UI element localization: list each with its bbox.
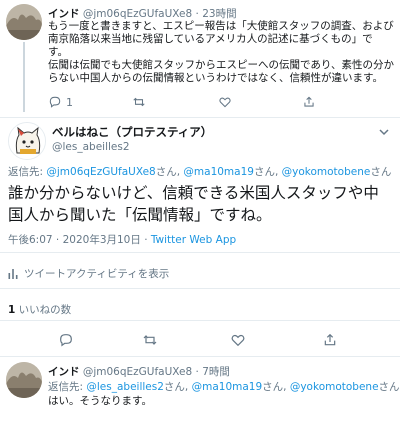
activity-icon — [8, 268, 18, 279]
tweet-parent[interactable]: インド @jm06qEzGUfaUXe8 · 23時間 もう一度と書きますと、エ… — [0, 0, 400, 118]
display-name[interactable]: インド — [48, 366, 80, 378]
tweet-line: 伝聞は伝聞でも大使館スタッフからエスピーへの伝聞であり、素性の分か — [48, 59, 394, 71]
separator: · — [195, 366, 199, 378]
tweet-line: 誰か分からないけど、信頼できる米国人スタッフや中 — [8, 184, 379, 202]
mention-suffix: さん — [378, 381, 400, 393]
share-icon — [324, 333, 336, 346]
tweet-meta: 午後6:07 · 2020年3月10日 · Twitter Web App — [8, 232, 236, 247]
reply-button[interactable] — [58, 332, 74, 348]
retweet-button[interactable] — [142, 332, 158, 348]
tweet-text: 誰か分からないけど、信頼できる米国人スタッフや中 国人から聞いた「伝聞情報」です… — [8, 182, 394, 226]
tweet-timestamp[interactable]: 午後6:07 · 2020年3月10日 — [8, 234, 141, 246]
mention-suffix: さん, — [163, 381, 192, 393]
divider — [0, 320, 400, 321]
reply-icon — [49, 96, 61, 108]
like-icon — [231, 334, 245, 347]
handle[interactable]: @jm06qEzGUfaUXe8 — [83, 366, 192, 378]
mention-link[interactable]: @les_abeilles2 — [86, 381, 164, 393]
like-button[interactable] — [230, 332, 246, 348]
divider — [0, 252, 400, 253]
tweet-text: はい。そうなります。 — [48, 395, 152, 407]
share-icon — [304, 96, 314, 107]
avatar[interactable] — [6, 4, 42, 40]
client-link[interactable]: Twitter Web App — [151, 234, 236, 246]
display-name[interactable]: ベルはねこ（プロテスティア） — [52, 124, 212, 140]
handle[interactable]: @les_abeilles2 — [52, 141, 130, 153]
avatar[interactable] — [8, 122, 46, 160]
reply-button[interactable]: 1 — [48, 95, 73, 109]
tweet-text: もう一度と書きますと、エスピー報告は「大使館スタッフの調査、および 南京陥落以来… — [48, 20, 394, 85]
tweet-line: す。 — [48, 46, 68, 58]
reply-count: 1 — [66, 95, 73, 109]
mention-suffix: さん, — [155, 166, 184, 178]
mention-link[interactable]: @jm06qEzGUfaUXe8 — [46, 166, 155, 178]
share-button[interactable] — [302, 95, 316, 109]
timestamp[interactable]: 23時間 — [202, 8, 236, 20]
mention-link[interactable]: @ma10ma19 — [192, 381, 263, 393]
mention-suffix: さん, — [253, 166, 282, 178]
like-button[interactable] — [218, 95, 236, 109]
tweet-header: インド @jm06qEzGUfaUXe8 · 23時間 — [48, 6, 237, 21]
like-icon — [219, 97, 231, 108]
tweet-line: 南京陥落以来当地に残留しているアメリカ人の記述に基づくもの」で — [48, 33, 373, 45]
mention-link[interactable]: @yokomotobene — [290, 381, 379, 393]
reply-icon — [60, 334, 72, 347]
thread-line — [23, 42, 25, 112]
retweet-icon — [133, 97, 145, 107]
timestamp[interactable]: 7時間 — [202, 366, 230, 378]
tweet-header: インド @jm06qEzGUfaUXe8 · 7時間 — [48, 364, 230, 379]
handle[interactable]: @jm06qEzGUfaUXe8 — [83, 8, 192, 20]
tweet-line: らない中国人からの伝聞情報というわけではなく、信頼性が違います。 — [48, 72, 383, 84]
separator: · — [195, 8, 199, 20]
tweet-line: 国人から聞いた「伝聞情報」ですね。 — [8, 206, 272, 224]
display-name[interactable]: インド — [48, 8, 80, 20]
share-button[interactable] — [322, 332, 338, 348]
tweet-actions — [0, 332, 400, 350]
reply-context: 返信先: @jm06qEzGUfaUXe8さん, @ma10ma19さん, @y… — [8, 164, 391, 179]
reply-prefix: 返信先: — [48, 381, 87, 393]
avatar[interactable] — [6, 362, 42, 398]
retweet-button[interactable] — [132, 95, 150, 109]
divider — [0, 356, 400, 357]
activity-label: ツイートアクティビティを表示 — [24, 268, 170, 280]
tweet-line: もう一度と書きますと、エスピー報告は「大使館スタッフの調査、および — [48, 20, 394, 32]
tweet-activity-link[interactable]: ツイートアクティビティを表示 — [8, 266, 169, 281]
reply-context: 返信先: @les_abeilles2さん, @ma10ma19さん, @yok… — [48, 379, 400, 394]
mention-link[interactable]: @ma10ma19 — [183, 166, 254, 178]
chevron-down-icon[interactable] — [378, 126, 390, 138]
divider — [0, 288, 400, 289]
mention-suffix: さん — [370, 166, 392, 178]
likes-stat[interactable]: 1 いいねの数 — [8, 302, 71, 317]
retweet-icon — [143, 335, 157, 345]
likes-label: いいねの数 — [15, 304, 72, 316]
mention-link[interactable]: @yokomotobene — [282, 166, 371, 178]
tweet-actions: 1 — [48, 95, 388, 111]
reply-prefix: 返信先: — [8, 166, 47, 178]
mention-suffix: さん, — [262, 381, 290, 393]
meta-separator: · — [140, 234, 151, 246]
